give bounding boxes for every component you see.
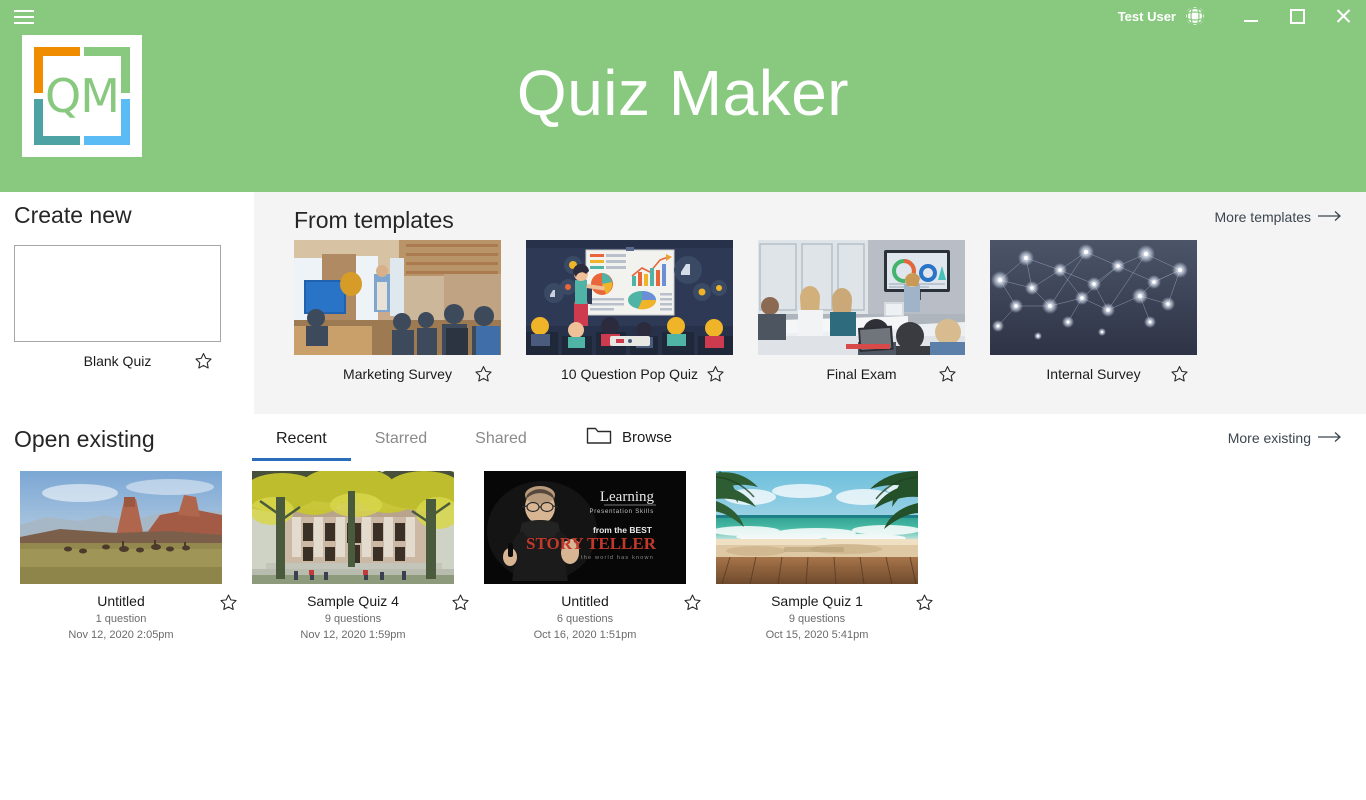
more-templates-label: More templates	[1214, 209, 1311, 225]
hamburger-bar	[14, 22, 34, 24]
maximize-button[interactable]	[1274, 0, 1320, 32]
existing-quiz-title: Sample Quiz 1	[771, 593, 863, 609]
star-outline-icon[interactable]	[683, 593, 702, 612]
template-label: Final Exam	[826, 366, 897, 382]
existing-quiz-tile: Learning Presentation Skills from the BE…	[484, 471, 701, 641]
more-existing-label: More existing	[1227, 430, 1311, 446]
more-templates-link[interactable]: More templates	[1215, 209, 1344, 225]
network-nodes-graphic[interactable]	[990, 240, 1197, 355]
existing-quiz-modified: Oct 15, 2020 5:41pm	[765, 629, 869, 641]
existing-quiz-tile: Sample Quiz 4 9 questions Nov 12, 2020 1…	[252, 471, 469, 641]
blank-quiz-label: Blank Quiz	[83, 353, 152, 369]
existing-quiz-questions: 1 question	[95, 613, 147, 625]
arrow-right-icon	[1318, 430, 1344, 446]
office-presentation-photo[interactable]	[294, 240, 501, 355]
close-icon	[1335, 8, 1351, 24]
svg-text:STORY TELLER: STORY TELLER	[526, 534, 657, 553]
conference-room-photo[interactable]	[758, 240, 965, 355]
existing-quiz-title: Sample Quiz 4	[307, 593, 399, 609]
existing-quiz-modified: Nov 12, 2020 1:59pm	[300, 629, 406, 641]
template-label: Internal Survey	[1046, 366, 1141, 382]
hamburger-menu-icon[interactable]	[14, 6, 36, 28]
minimize-icon	[1244, 19, 1258, 22]
templates-panel: From templates More templates Marketing …	[254, 192, 1366, 414]
existing-tabs: Recent Starred Shared	[252, 424, 551, 461]
create-new-heading: Create new	[14, 202, 132, 228]
hamburger-bar	[14, 10, 34, 12]
more-existing-link[interactable]: More existing	[1228, 430, 1344, 446]
templates-heading: From templates	[294, 207, 454, 233]
presenter-charts-illustration[interactable]	[526, 240, 733, 355]
arrow-right-icon	[1318, 209, 1344, 225]
open-existing-heading: Open existing	[14, 426, 155, 452]
create-new-section: Create new Blank Quiz	[14, 202, 254, 369]
star-outline-icon[interactable]	[451, 593, 470, 612]
folder-icon	[586, 424, 612, 450]
existing-quizzes-track: Untitled 1 question Nov 12, 2020 2:05pm	[20, 471, 933, 641]
templates-track: Marketing Survey 10 Question Pop Quiz Fi…	[294, 240, 1197, 382]
blank-quiz-card[interactable]	[14, 245, 221, 342]
template-tile: Marketing Survey	[294, 240, 501, 382]
user-name-label: Test User	[1117, 8, 1176, 24]
existing-quiz-title: Untitled	[97, 593, 145, 609]
star-outline-icon[interactable]	[194, 352, 213, 371]
existing-quiz-questions: 6 questions	[556, 613, 614, 625]
star-outline-icon[interactable]	[474, 365, 493, 384]
existing-quiz-tile: Untitled 1 question Nov 12, 2020 2:05pm	[20, 471, 237, 641]
browse-label: Browse	[622, 428, 673, 446]
template-tile: Internal Survey	[990, 240, 1197, 382]
svg-text:the world has known: the world has known	[581, 555, 654, 561]
template-tile: 10 Question Pop Quiz	[526, 240, 733, 382]
storyteller-presenter-photo[interactable]: Learning Presentation Skills from the BE…	[484, 471, 686, 584]
star-outline-icon[interactable]	[915, 593, 934, 612]
existing-quiz-modified: Oct 16, 2020 1:51pm	[533, 629, 637, 641]
minimize-button[interactable]	[1228, 0, 1274, 32]
globe-avatar-icon[interactable]	[1184, 5, 1206, 27]
template-label: Marketing Survey	[343, 366, 452, 382]
tab-starred[interactable]: Starred	[351, 424, 451, 461]
svg-text:Presentation Skills: Presentation Skills	[589, 509, 654, 515]
existing-quiz-questions: 9 questions	[788, 613, 846, 625]
star-outline-icon[interactable]	[219, 593, 238, 612]
star-outline-icon[interactable]	[1170, 365, 1189, 384]
browse-button[interactable]: Browse	[586, 424, 672, 450]
maximize-icon	[1289, 8, 1305, 24]
tab-recent[interactable]: Recent	[252, 424, 351, 461]
star-outline-icon[interactable]	[706, 365, 725, 384]
tab-shared[interactable]: Shared	[451, 424, 551, 461]
app-header: QM Quiz Maker Test User	[0, 0, 1366, 192]
star-outline-icon[interactable]	[938, 365, 957, 384]
existing-quiz-modified: Nov 12, 2020 2:05pm	[68, 629, 174, 641]
close-button[interactable]	[1320, 0, 1366, 32]
existing-quiz-tile: Sample Quiz 1 9 questions Oct 15, 2020 5…	[716, 471, 933, 641]
existing-quiz-questions: 9 questions	[324, 613, 382, 625]
template-tile: Final Exam	[758, 240, 965, 382]
desert-mesa-landscape-photo[interactable]	[20, 471, 222, 584]
autumn-campus-building-photo[interactable]	[252, 471, 454, 584]
window-controls-area: Test User	[1118, 0, 1366, 32]
create-and-templates-row: Create new Blank Quiz From templates Mor…	[0, 192, 1366, 414]
existing-quiz-title: Untitled	[561, 593, 609, 609]
tropical-beach-photo[interactable]	[716, 471, 918, 584]
hamburger-bar	[14, 16, 34, 18]
page-title: Quiz Maker	[516, 57, 850, 129]
template-label: 10 Question Pop Quiz	[561, 366, 698, 382]
svg-text:Learning: Learning	[600, 489, 655, 505]
